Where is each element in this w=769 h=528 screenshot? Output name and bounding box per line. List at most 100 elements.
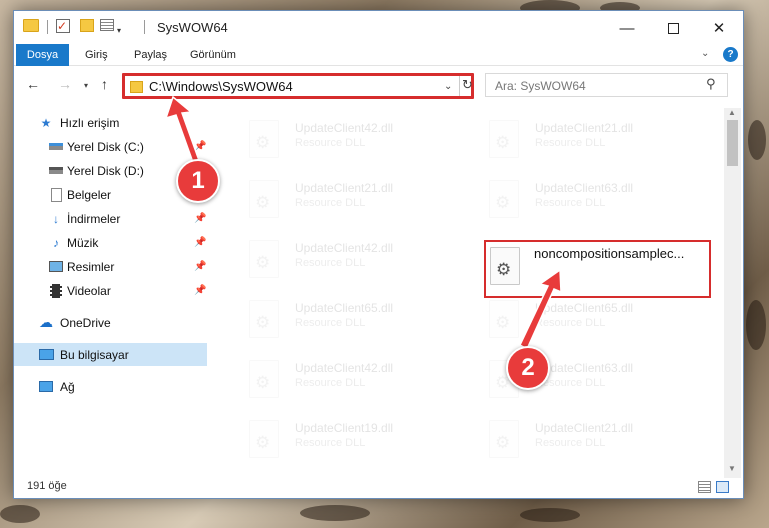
- file-item[interactable]: UpdateClient65.dll Resource DLL: [233, 294, 459, 350]
- network-icon: [38, 380, 54, 394]
- close-button[interactable]: ✕: [696, 15, 742, 41]
- address-bar[interactable]: C:\Windows\SysWOW64 ⌄ ↻: [122, 73, 474, 99]
- file-name: UpdateClient65.dll: [535, 301, 634, 315]
- file-item[interactable]: UpdateClient21.dll Resource DLL: [473, 114, 699, 170]
- tab-share[interactable]: Paylaş: [126, 44, 175, 66]
- sidebar-item-label: Ağ: [60, 379, 75, 394]
- dll-file-icon: [489, 180, 519, 218]
- item-count: 191 öğe: [27, 480, 67, 492]
- navigation-bar: ← → ▾ ↑ C:\Windows\SysWOW64 ⌄ ↻ Ara: Sys…: [14, 70, 743, 102]
- divider: [459, 76, 460, 96]
- file-name: UpdateClient21.dll: [535, 421, 634, 435]
- pin-icon[interactable]: 📌: [194, 141, 206, 152]
- sidebar-item-downloads[interactable]: ↓ İndirmeler 📌: [14, 207, 207, 230]
- new-folder-icon[interactable]: [80, 19, 94, 32]
- file-name: UpdateClient65.dll: [295, 301, 394, 315]
- cloud-icon: ☁: [39, 314, 53, 330]
- pin-icon[interactable]: 📌: [194, 237, 206, 248]
- dll-file-icon: [249, 420, 279, 458]
- sidebar-item-music[interactable]: ♪ Müzik 📌: [14, 231, 207, 254]
- tab-file[interactable]: Dosya: [16, 44, 69, 66]
- details-view-icon[interactable]: [698, 481, 711, 493]
- dll-file-icon: [489, 420, 519, 458]
- sidebar-item-videos[interactable]: Videolar 📌: [14, 279, 207, 302]
- sidebar-item-label: Müzik: [67, 235, 99, 250]
- back-arrow-icon[interactable]: ←: [26, 76, 40, 92]
- file-item[interactable]: UpdateClient42.dll Resource DLL: [233, 114, 459, 170]
- file-item[interactable]: UpdateClient63.dll Resource DLL: [473, 174, 699, 230]
- file-item-highlighted[interactable]: noncompositionsamplec...: [484, 240, 711, 298]
- minimize-button[interactable]: —: [604, 15, 650, 41]
- dll-file-icon: [490, 247, 520, 285]
- sidebar-item-label: İndirmeler: [67, 211, 121, 226]
- sidebar-item-quick-access[interactable]: ★ Hızlı erişim: [14, 111, 207, 134]
- background-spot: [300, 505, 370, 521]
- chevron-down-icon[interactable]: ⌄: [444, 81, 452, 92]
- callout-badge-1: 1: [176, 159, 220, 203]
- sidebar-item-label: Resimler: [67, 259, 115, 274]
- large-icons-view-icon[interactable]: [716, 481, 729, 493]
- up-arrow-icon[interactable]: ↑: [101, 76, 108, 92]
- file-type: Resource DLL: [295, 137, 366, 149]
- background-spot: [748, 120, 766, 160]
- customize-toolbar-icon[interactable]: [100, 19, 114, 31]
- folder-icon: [23, 19, 39, 32]
- pin-icon[interactable]: 📌: [194, 285, 206, 296]
- scrollbar-thumb[interactable]: [727, 120, 738, 166]
- scroll-up-icon[interactable]: ▲: [728, 108, 736, 117]
- properties-check-icon[interactable]: ✓: [56, 19, 70, 33]
- file-name: UpdateClient21.dll: [535, 121, 634, 135]
- callout-badge-2: 2: [506, 346, 550, 390]
- tab-home[interactable]: Giriş: [77, 44, 116, 66]
- divider: [144, 20, 145, 34]
- file-item[interactable]: UpdateClient21.dll Resource DLL: [473, 414, 699, 470]
- drive-icon: [48, 140, 64, 154]
- sidebar-item-label: Hızlı erişim: [60, 115, 120, 130]
- sidebar-item-local-disk-c[interactable]: Yerel Disk (C:) 📌: [14, 135, 207, 158]
- sidebar-item-label: Yerel Disk (D:): [67, 163, 144, 178]
- quick-access-dropdown-icon[interactable]: ▾: [117, 22, 121, 38]
- sidebar-item-label: Videolar: [67, 283, 111, 298]
- window-title: SysWOW64: [157, 20, 228, 35]
- chevron-down-icon[interactable]: ⌄: [701, 48, 709, 59]
- music-icon: ♪: [53, 235, 59, 250]
- file-item[interactable]: UpdateClient21.dll Resource DLL: [233, 174, 459, 230]
- scroll-down-icon[interactable]: ▼: [728, 464, 736, 473]
- sidebar-item-label: Bu bilgisayar: [60, 347, 129, 362]
- pin-icon[interactable]: 📌: [194, 213, 206, 224]
- sidebar-item-onedrive[interactable]: ☁ OneDrive: [14, 311, 207, 334]
- forward-arrow-icon[interactable]: →: [58, 76, 72, 92]
- recent-locations-dropdown-icon[interactable]: ▾: [84, 81, 88, 90]
- dll-file-icon: [489, 300, 519, 338]
- file-item[interactable]: UpdateClient19.dll Resource DLL: [233, 414, 459, 470]
- dll-file-icon: [489, 120, 519, 158]
- search-input[interactable]: Ara: SysWOW64 ⚲: [485, 73, 728, 97]
- refresh-icon[interactable]: ↻: [462, 77, 473, 93]
- document-icon: [48, 187, 64, 202]
- file-name: UpdateClient42.dll: [295, 361, 394, 375]
- pin-icon[interactable]: 📌: [194, 261, 206, 272]
- address-path[interactable]: C:\Windows\SysWOW64: [149, 79, 293, 94]
- sidebar-item-network[interactable]: Ağ: [14, 375, 207, 398]
- search-icon[interactable]: ⚲: [706, 76, 716, 92]
- file-type: Resource DLL: [295, 317, 366, 329]
- video-icon: [48, 283, 64, 298]
- file-item[interactable]: UpdateClient42.dll Resource DLL: [233, 234, 459, 290]
- dll-file-icon: [249, 240, 279, 278]
- file-type: Resource DLL: [535, 317, 606, 329]
- file-item[interactable]: UpdateClient42.dll Resource DLL: [233, 354, 459, 410]
- file-type: Resource DLL: [295, 257, 366, 269]
- dll-file-icon: [249, 360, 279, 398]
- divider: [47, 20, 48, 34]
- sidebar-item-this-pc[interactable]: Bu bilgisayar: [14, 343, 207, 366]
- computer-icon: [38, 348, 54, 362]
- tab-view[interactable]: Görünüm: [182, 44, 244, 66]
- folder-icon: [130, 81, 143, 93]
- navigation-pane: ★ Hızlı erişim Yerel Disk (C:) 📌 Yerel D…: [14, 108, 214, 468]
- sidebar-item-pictures[interactable]: Resimler 📌: [14, 255, 207, 278]
- file-item[interactable]: UpdateClient65.dll Resource DLL: [473, 294, 699, 350]
- vertical-scrollbar[interactable]: ▲ ▼: [724, 108, 741, 478]
- help-icon[interactable]: ?: [723, 47, 738, 62]
- background-spot: [746, 300, 766, 350]
- maximize-button[interactable]: [650, 15, 696, 41]
